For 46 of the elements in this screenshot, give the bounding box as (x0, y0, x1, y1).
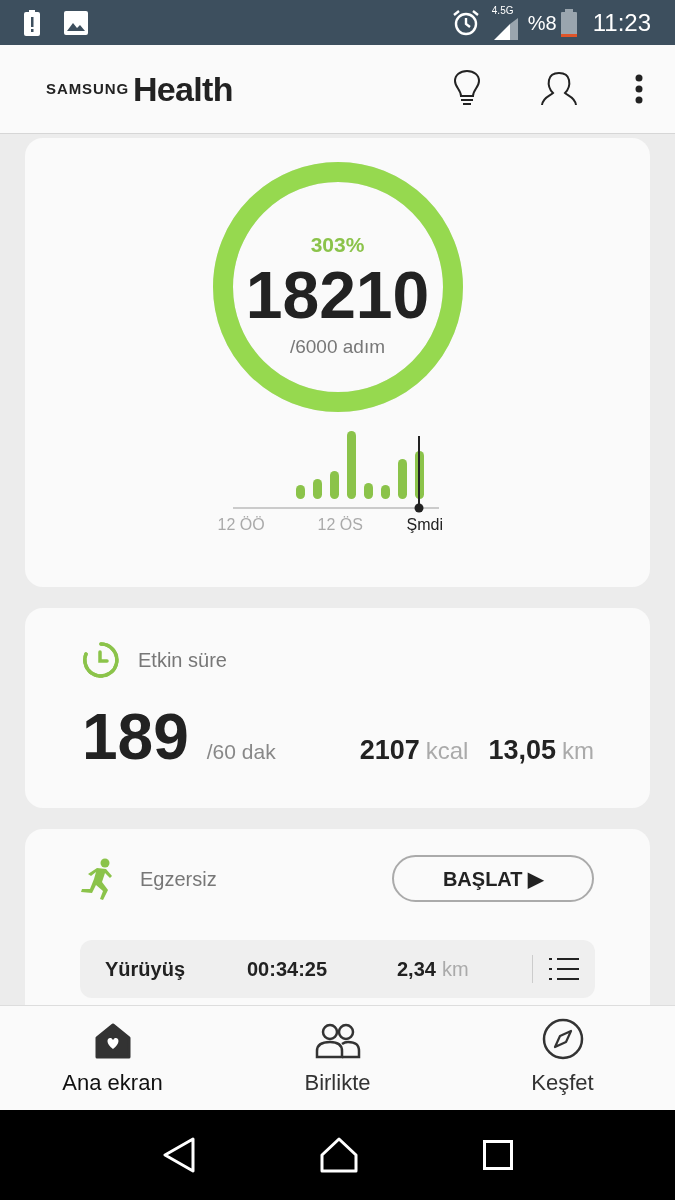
exercise-card[interactable]: Egzersiz BAŞLAT ▶ Yürüyüş 00:34:25 2,34 km (25, 829, 650, 1005)
step-count: 18210 (245, 260, 430, 329)
workout-duration: 00:34:25 (247, 957, 329, 982)
back-icon[interactable] (162, 1137, 197, 1173)
workout-row[interactable]: Yürüyüş 00:34:25 2,34 km (80, 940, 595, 998)
active-goal: /60 dak (206, 739, 276, 765)
people-icon (314, 1021, 361, 1060)
network-type: 4.5G (491, 5, 514, 16)
battery-alert-icon (24, 9, 40, 36)
distance-unit: km (562, 736, 594, 766)
step-percent: 303% (310, 232, 365, 258)
brand-wordmark: SAMSUNG (46, 78, 129, 99)
active-minutes: 189 (82, 700, 189, 775)
app-title: Health (133, 68, 233, 110)
battery-icon (560, 8, 577, 37)
start-button[interactable]: BAŞLAT ▶ (392, 855, 594, 902)
chart-label: Şmdi (406, 515, 443, 535)
more-options-icon[interactable] (635, 74, 643, 104)
distance-value: 13,05 (488, 734, 556, 767)
compass-icon (541, 1017, 584, 1060)
calories-value: 2107 (359, 734, 420, 767)
image-icon (64, 10, 88, 35)
home-icon[interactable] (320, 1137, 359, 1173)
nav-tab[interactable]: Birlikte (225, 1006, 450, 1110)
profile-icon[interactable] (541, 72, 577, 106)
recent-apps-icon[interactable] (482, 1140, 513, 1170)
list-icon[interactable] (549, 957, 579, 981)
nav-tab[interactable]: Ana ekran (0, 1006, 225, 1110)
workout-unit: km (441, 957, 469, 982)
battery-percent: %8 (527, 10, 557, 36)
step-goal: /6000 adım (289, 334, 386, 359)
card-title: Egzersiz (140, 866, 217, 892)
workout-distance: 2,34 (397, 957, 436, 982)
chart-label: 12 ÖS (317, 515, 364, 535)
nav-tab[interactable]: Keşfet (450, 1006, 675, 1110)
alarm-icon (451, 8, 480, 37)
lightbulb-icon[interactable] (453, 70, 481, 108)
clock: 11:23 (592, 7, 651, 38)
steps-card[interactable]: 303% 18210 /6000 adım 12 ÖÖ 12 ÖS Şmdi (25, 138, 650, 587)
timer-icon (82, 641, 120, 679)
workout-name: Yürüyüş (105, 957, 187, 982)
runner-icon (81, 857, 115, 900)
chart-label: 12 ÖÖ (217, 515, 266, 535)
card-title: Etkin süre (138, 648, 227, 673)
calories-unit: kcal (425, 736, 469, 766)
active-time-card[interactable]: Etkin süre 189 /60 dak 2107 kcal 13,05 km (25, 608, 650, 808)
